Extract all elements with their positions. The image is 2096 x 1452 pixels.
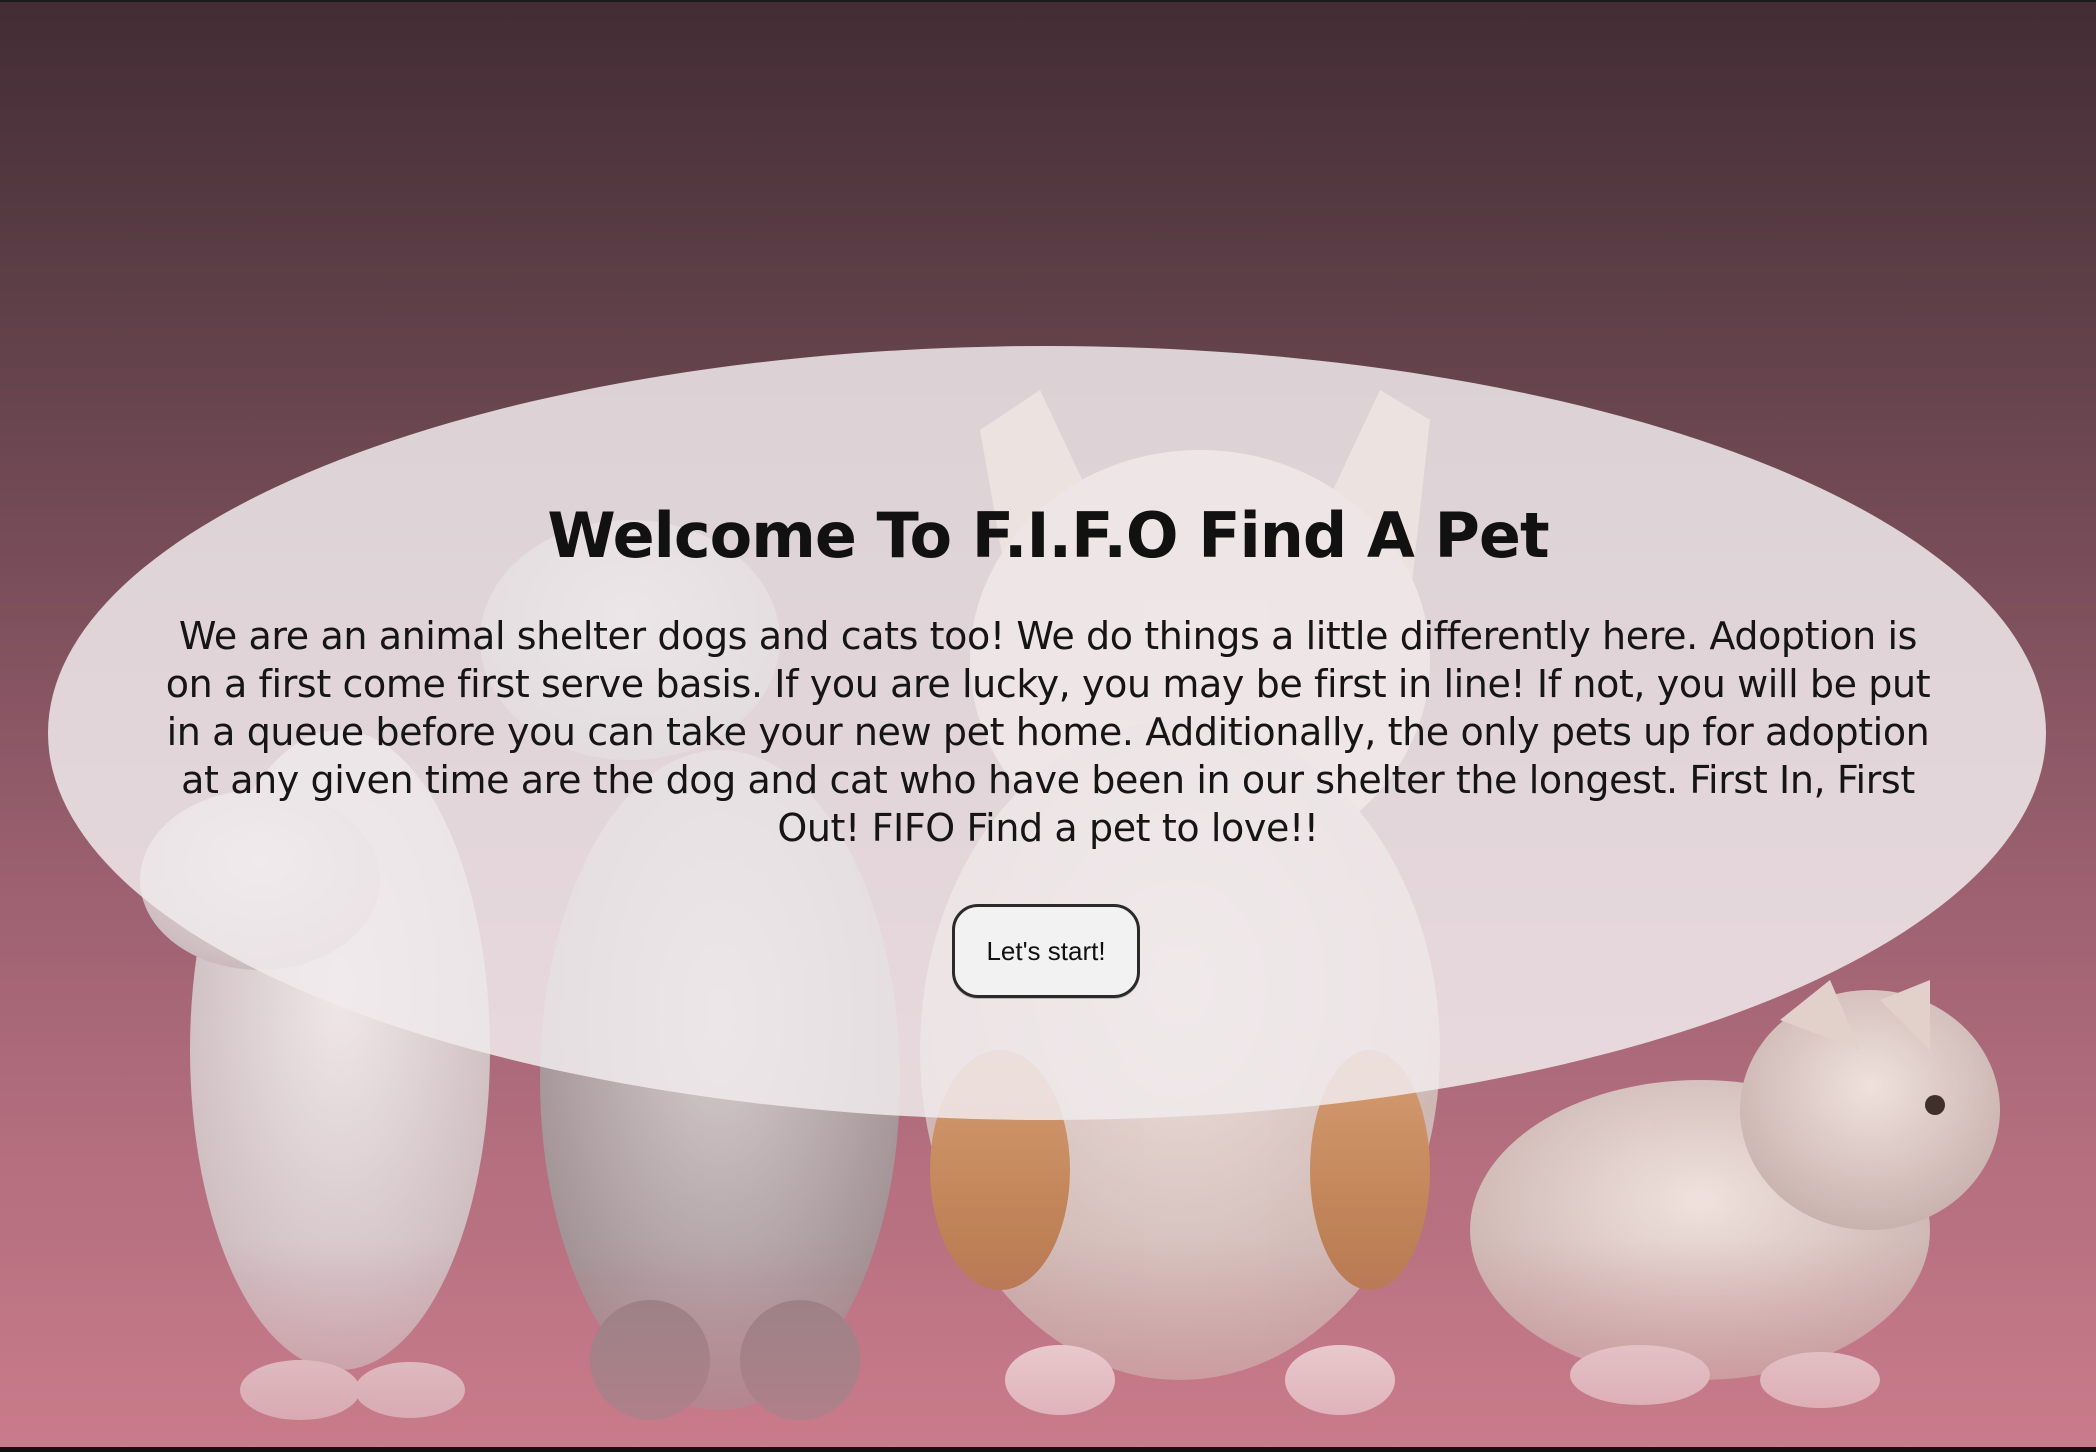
intro-paragraph: We are an animal shelter dogs and cats t… [165,614,1931,850]
page-title: Welcome To F.I.F.O Find A Pet [547,499,1549,572]
lets-start-button[interactable]: Let's start! [952,904,1140,998]
floor-shade [0,1240,2096,1447]
bottom-border [0,1447,2096,1452]
landing-page: Welcome To F.I.F.O Find A Pet We are an … [0,0,2096,1452]
